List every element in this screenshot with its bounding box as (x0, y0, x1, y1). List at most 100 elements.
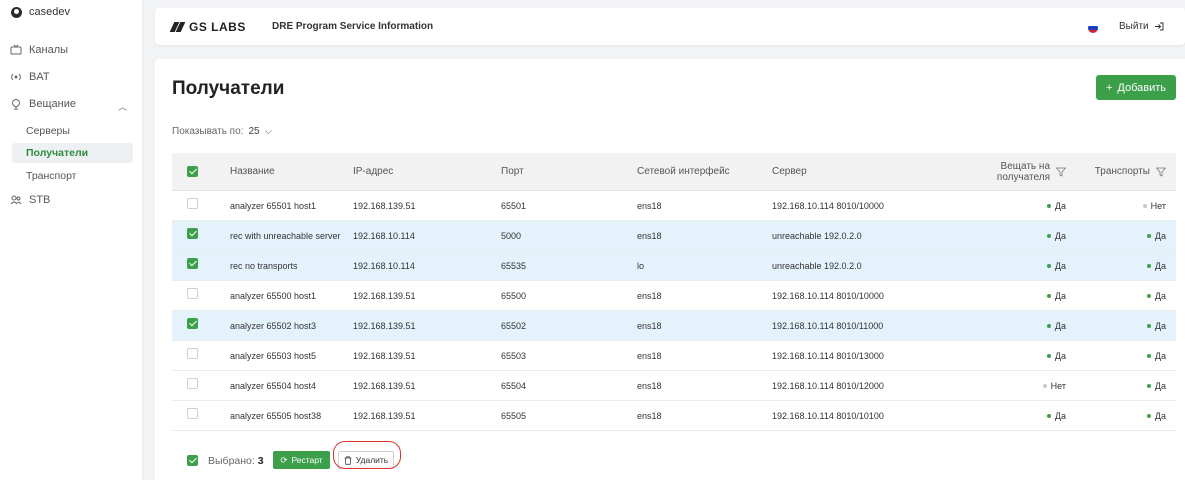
cell-interface: ens18 (637, 290, 662, 301)
sidebar-subitem-receivers[interactable]: Получатели (26, 147, 88, 159)
user-name: casedev (29, 6, 70, 18)
row-checkbox[interactable] (187, 198, 198, 209)
chevron-down-icon: ⌵ (264, 126, 273, 137)
chevron-up-icon[interactable]: ︿ (118, 100, 127, 113)
cell-broadcast: Да (1046, 411, 1066, 421)
cell-broadcast: Да (1046, 201, 1066, 211)
cell-name: analyzer 65500 host1 (230, 290, 317, 301)
row-checkbox[interactable] (187, 228, 198, 239)
table-row[interactable]: analyzer 65500 host1 192.168.139.51 65500 e… (172, 281, 1176, 311)
restart-button[interactable]: ⟳ Рестарт (273, 451, 330, 469)
sidebar-item-broadcast[interactable]: Вещание (10, 98, 76, 110)
column-header-broadcast-line1: Вещать на (1000, 160, 1050, 172)
row-checkbox[interactable] (187, 318, 198, 329)
page-size-selector[interactable]: Показывать по: 25 ⌵ (172, 126, 272, 137)
cell-port: 65503 (501, 350, 527, 361)
filter-icon[interactable] (1156, 167, 1166, 177)
cell-server: 192.168.10.114 8010/10000 (772, 200, 884, 211)
status-dot-icon (1042, 384, 1047, 389)
bulk-select-checkbox[interactable] (187, 455, 198, 466)
user-avatar-icon (11, 6, 22, 18)
status-dot-icon (1146, 234, 1151, 239)
status-dot-icon (1146, 414, 1151, 419)
row-checkbox[interactable] (187, 258, 198, 269)
sidebar-item-channels[interactable]: Каналы (10, 44, 68, 56)
table-row[interactable]: analyzer 65503 host5 192.168.139.51 65503 e… (172, 341, 1176, 371)
cell-broadcast: Нет (1042, 380, 1066, 391)
cell-name: rec with unreachable server (230, 230, 341, 241)
status-dot-icon (1046, 264, 1051, 269)
main-content: Получатели + Добавить Показывать по: 25 … (155, 59, 1185, 480)
sidebar-subitem-servers[interactable]: Серверы (26, 125, 70, 137)
column-header-name[interactable]: Название (230, 166, 275, 177)
column-header-broadcast-line2: получателя (996, 171, 1050, 183)
column-header-port[interactable]: Порт (501, 166, 524, 177)
cell-transports-value: Да (1154, 290, 1166, 301)
table-row[interactable]: rec no transports 192.168.10.114 65535 lo un… (172, 251, 1176, 281)
cell-transports: Да (1146, 411, 1166, 421)
cell-name: rec no transports (230, 260, 298, 271)
column-header-transports-label: Транспорты (1094, 166, 1150, 177)
cell-broadcast: Да (1046, 260, 1066, 271)
cell-transports-value: Да (1154, 350, 1166, 361)
row-checkbox[interactable] (187, 408, 198, 419)
logout-icon (1154, 22, 1164, 31)
table-row[interactable]: analyzer 65502 host3 192.168.139.51 65502 e… (172, 311, 1176, 341)
column-header-interface[interactable]: Сетевой интерфейс (637, 166, 730, 177)
cell-broadcast: Да (1046, 231, 1066, 241)
cell-transports: Нет (1142, 201, 1166, 211)
table-body: analyzer 65501 host1 192.168.139.51 65501 e… (172, 191, 1176, 431)
cell-interface: ens18 (637, 320, 662, 331)
cell-interface: ens18 (637, 380, 662, 391)
cell-broadcast-value: Да (1054, 260, 1066, 271)
status-dot-icon (1146, 264, 1151, 269)
logout-button[interactable]: Выйти (1119, 21, 1165, 32)
row-checkbox[interactable] (187, 378, 198, 389)
logo[interactable]: GS LABS (169, 20, 246, 34)
status-dot-icon (1046, 324, 1051, 329)
cell-ip: 192.168.10.114 (353, 230, 415, 241)
page-title: Получатели (172, 78, 285, 99)
cell-broadcast: Да (1046, 291, 1066, 301)
cell-port: 65505 (501, 410, 527, 421)
cell-ip: 192.168.139.51 (353, 200, 416, 211)
table-row[interactable]: analyzer 65504 host4 192.168.139.51 65504 e… (172, 371, 1176, 401)
column-header-ip[interactable]: IP-адрес (353, 166, 393, 177)
row-checkbox[interactable] (187, 348, 198, 359)
sidebar-item-label: BAT (29, 71, 50, 83)
row-checkbox[interactable] (187, 288, 198, 299)
cell-transports: Да (1146, 321, 1166, 331)
add-button[interactable]: + Добавить (1096, 75, 1176, 100)
column-header-server[interactable]: Сервер (772, 166, 807, 177)
cell-interface: lo (637, 260, 645, 271)
page-size-label: Показывать по: (172, 126, 244, 137)
select-all-checkbox[interactable] (187, 166, 198, 177)
cell-broadcast: Да (1046, 321, 1066, 331)
cell-transports-value: Да (1154, 260, 1166, 271)
table-row[interactable]: analyzer 65505 host38 192.168.139.51 65505… (172, 401, 1176, 431)
cell-server: 192.168.10.114 8010/10100 (772, 410, 884, 421)
sidebar-subitem-transport[interactable]: Транспорт (26, 170, 77, 182)
cell-transports: Да (1146, 290, 1166, 301)
cell-broadcast-value: Нет (1050, 380, 1066, 391)
cell-transports: Да (1146, 381, 1166, 391)
cell-transports-value: Да (1154, 230, 1166, 241)
cell-broadcast: Да (1046, 351, 1066, 361)
table-row[interactable]: analyzer 65501 host1 192.168.139.51 65501 e… (172, 191, 1176, 221)
sidebar-item-stb[interactable]: STB (10, 194, 50, 206)
cell-ip: 192.168.139.51 (353, 380, 416, 391)
column-header-transports[interactable]: Транспорты (1095, 166, 1166, 177)
sidebar-item-bat[interactable]: BAT (10, 71, 50, 83)
selected-count: 3 (257, 455, 264, 467)
cell-server: 192.168.10.114 8010/10000 (772, 290, 884, 301)
delete-button-highlight (333, 441, 401, 469)
cell-interface: ens18 (637, 350, 662, 361)
language-flag-icon[interactable] (1088, 23, 1098, 33)
table-row[interactable]: rec with unreachable server 192.168.10.11… (172, 221, 1176, 251)
user-menu[interactable]: casedev (11, 6, 70, 18)
restart-button-label: Рестарт (291, 455, 323, 465)
cell-server: unreachable 192.0.2.0 (772, 260, 862, 271)
logout-label: Выйти (1119, 21, 1149, 32)
filter-icon[interactable] (1056, 167, 1066, 177)
column-header-broadcast[interactable]: Вещать на получателя (997, 161, 1066, 183)
